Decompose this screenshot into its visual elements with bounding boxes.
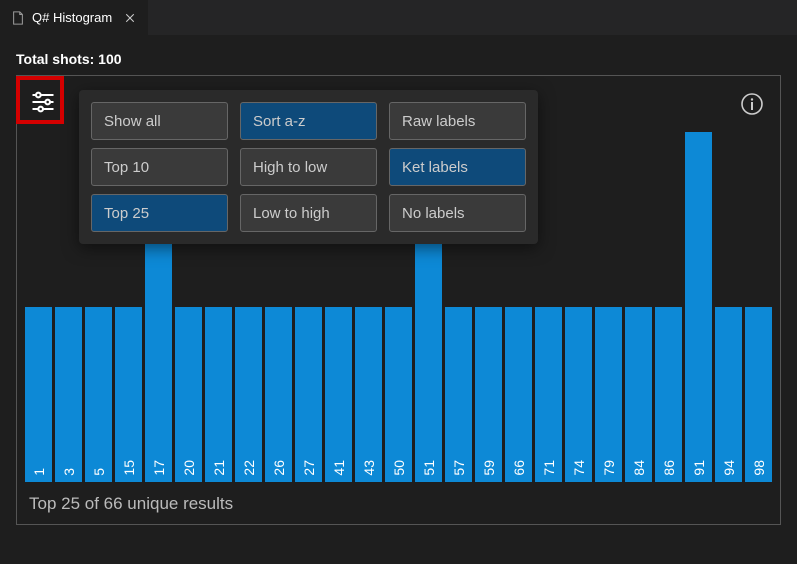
bar-slot: 71 [535,132,562,482]
bar-label: 21 [211,460,227,476]
bar-label: 43 [361,460,377,476]
menu-btn-no-labels[interactable]: No labels [389,194,526,232]
menu-btn-top-25[interactable]: Top 25 [91,194,228,232]
bar[interactable] [325,307,352,482]
bar-label: 22 [241,460,257,476]
bar[interactable] [265,307,292,482]
bar[interactable] [445,307,472,482]
tab-title: Q# Histogram [32,10,112,25]
settings-button[interactable] [25,84,61,120]
menu-btn-top-10[interactable]: Top 10 [91,148,228,186]
bar-slot: 74 [565,132,592,482]
menu-btn-high-to-low[interactable]: High to low [240,148,377,186]
bar-label: 91 [691,460,707,476]
close-icon[interactable] [122,10,138,26]
bar[interactable] [535,307,562,482]
bar[interactable] [295,307,322,482]
bar-label: 74 [571,460,587,476]
bar-slot: 98 [745,132,772,482]
results-summary: Top 25 of 66 unique results [29,494,233,514]
bar-label: 26 [271,460,287,476]
bar-slot: 91 [685,132,712,482]
bar[interactable] [25,307,52,482]
bar[interactable] [505,307,532,482]
bar[interactable] [625,307,652,482]
bar[interactable] [85,307,112,482]
bar-slot: 86 [655,132,682,482]
tab-bar: Q# Histogram [0,0,797,35]
bar-label: 1 [31,468,47,476]
menu-btn-sort-a-z[interactable]: Sort a-z [240,102,377,140]
bar[interactable] [565,307,592,482]
bar-label: 94 [721,460,737,476]
content-area: Total shots: 100 S [0,35,797,541]
bar-label: 66 [511,460,527,476]
bar[interactable] [415,220,442,483]
bar[interactable] [205,307,232,482]
bar-label: 59 [481,460,497,476]
menu-btn-ket-labels[interactable]: Ket labels [389,148,526,186]
bar-slot: 84 [625,132,652,482]
bar-label: 51 [421,460,437,476]
bar-slot: 3 [55,132,82,482]
bar-label: 3 [61,468,77,476]
bar-label: 98 [751,460,767,476]
bar-label: 20 [181,460,197,476]
bar-label: 17 [151,460,167,476]
bar-label: 15 [121,460,137,476]
sliders-icon [29,88,57,116]
menu-btn-show-all[interactable]: Show all [91,102,228,140]
info-icon [740,92,764,116]
bar-label: 5 [91,468,107,476]
bar[interactable] [595,307,622,482]
bar[interactable] [115,307,142,482]
bar-slot: 79 [595,132,622,482]
bar[interactable] [175,307,202,482]
bar-slot: 1 [25,132,52,482]
bar-label: 86 [661,460,677,476]
bar-label: 50 [391,460,407,476]
tab-qsharp-histogram[interactable]: Q# Histogram [0,0,149,35]
bar[interactable] [55,307,82,482]
bar-label: 27 [301,460,317,476]
menu-btn-low-to-high[interactable]: Low to high [240,194,377,232]
bar[interactable] [145,220,172,483]
bar[interactable] [745,307,772,482]
bar[interactable] [715,307,742,482]
bar-label: 79 [601,460,617,476]
bar-label: 57 [451,460,467,476]
bar[interactable] [655,307,682,482]
bar[interactable] [685,132,712,482]
chart-frame: Show all Top 10 Top 25 Sort a-z High to low… [16,75,781,525]
bar-slot: 94 [715,132,742,482]
bar[interactable] [235,307,262,482]
file-icon [10,10,26,26]
bar[interactable] [355,307,382,482]
bar-label: 41 [331,460,347,476]
filter-menu: Show all Top 10 Top 25 Sort a-z High to low… [79,90,538,244]
menu-btn-raw-labels[interactable]: Raw labels [389,102,526,140]
bar-label: 84 [631,460,647,476]
total-shots-label: Total shots: 100 [16,51,781,67]
bar[interactable] [475,307,502,482]
info-button[interactable] [740,92,764,116]
bar-label: 71 [541,460,557,476]
bar[interactable] [385,307,412,482]
